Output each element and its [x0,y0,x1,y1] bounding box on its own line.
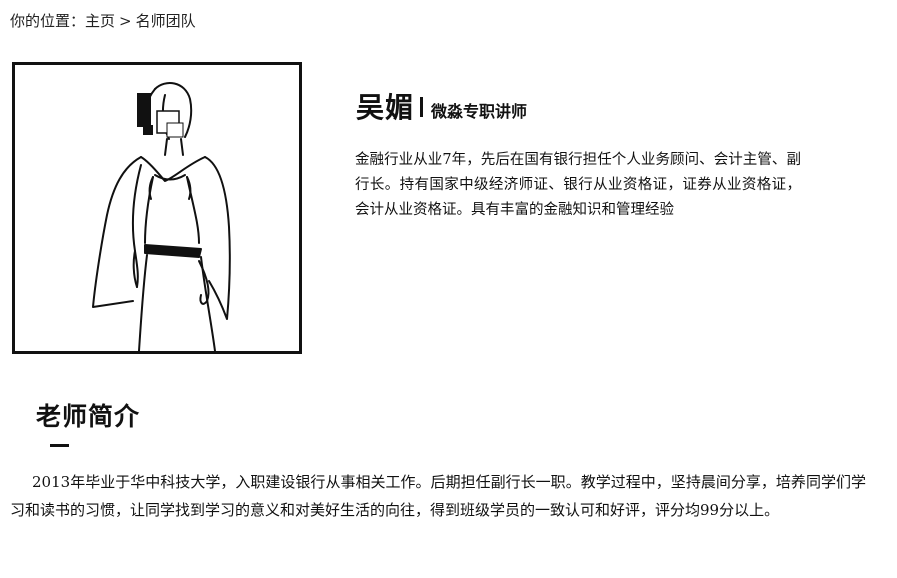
breadcrumb-current: 名师团队 [135,12,196,30]
teacher-name: 吴媚 [356,91,415,124]
breadcrumb-prefix: 你的位置： [10,12,86,30]
teacher-header: 吴媚 微淼专职讲师 [356,86,527,126]
breadcrumb-home-link[interactable]: 主页 [85,12,115,30]
portrait-illustration [92,82,231,351]
intro-body: 2013年毕业于华中科技大学，入职建设银行从事相关工作。后期担任副行长一职。教学… [10,473,866,519]
intro-heading: 老师简介 [36,402,141,431]
intro-heading-underline [50,444,69,447]
teacher-title: 微淼专职讲师 [431,102,528,121]
teacher-summary: 金融行业从业7年，先后在国有银行担任个人业务顾问、会计主管、副行长。持有国家中级… [355,152,801,218]
name-divider [420,97,424,117]
breadcrumb: 你的位置：主页 > 名师团队 [10,11,196,31]
teacher-portrait [12,62,302,354]
breadcrumb-separator: > [119,12,132,30]
